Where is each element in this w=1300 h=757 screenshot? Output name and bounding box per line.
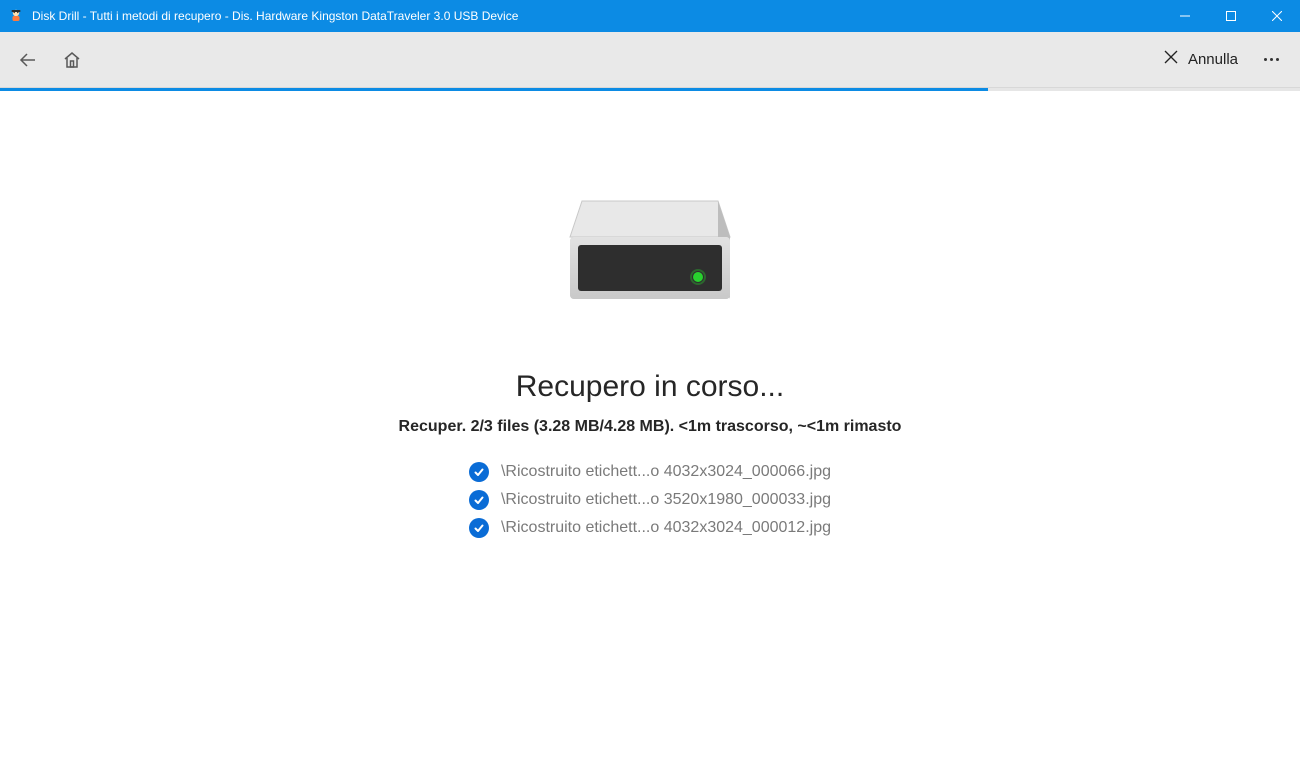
toolbar-left [8, 40, 92, 80]
more-button[interactable] [1250, 40, 1292, 80]
list-item: \Ricostruito etichett...o 3520x1980_0000… [469, 490, 831, 510]
file-name: \Ricostruito etichett...o 4032x3024_0000… [501, 463, 831, 481]
window-controls [1162, 0, 1300, 32]
window-title: Disk Drill - Tutti i metodi di recupero … [32, 9, 518, 23]
progress-fill [0, 88, 988, 91]
file-name: \Ricostruito etichett...o 3520x1980_0000… [501, 491, 831, 509]
back-button[interactable] [8, 40, 48, 80]
status-text: Recuper. 2/3 files (3.28 MB/4.28 MB). <1… [399, 418, 902, 436]
app-icon [8, 8, 24, 24]
close-icon [1164, 50, 1178, 69]
home-button[interactable] [52, 40, 92, 80]
check-icon [469, 462, 489, 482]
progress-bar [0, 88, 1300, 91]
content-area: Recupero in corso... Recuper. 2/3 files … [0, 91, 1300, 538]
titlebar: Disk Drill - Tutti i metodi di recupero … [0, 0, 1300, 32]
check-icon [469, 490, 489, 510]
minimize-button[interactable] [1162, 0, 1208, 32]
titlebar-left: Disk Drill - Tutti i metodi di recupero … [0, 8, 1162, 24]
page-heading: Recupero in corso... [516, 370, 784, 404]
maximize-button[interactable] [1208, 0, 1254, 32]
drive-icon [540, 191, 760, 346]
cancel-label: Annulla [1188, 51, 1238, 68]
more-icon [1264, 58, 1267, 61]
list-item: \Ricostruito etichett...o 4032x3024_0000… [469, 518, 831, 538]
cancel-button[interactable]: Annulla [1154, 44, 1248, 75]
toolbar: Annulla [0, 32, 1300, 88]
recovered-file-list: \Ricostruito etichett...o 4032x3024_0000… [469, 462, 831, 538]
list-item: \Ricostruito etichett...o 4032x3024_0000… [469, 462, 831, 482]
check-icon [469, 518, 489, 538]
file-name: \Ricostruito etichett...o 4032x3024_0000… [501, 519, 831, 537]
close-button[interactable] [1254, 0, 1300, 32]
toolbar-right: Annulla [1154, 40, 1292, 80]
